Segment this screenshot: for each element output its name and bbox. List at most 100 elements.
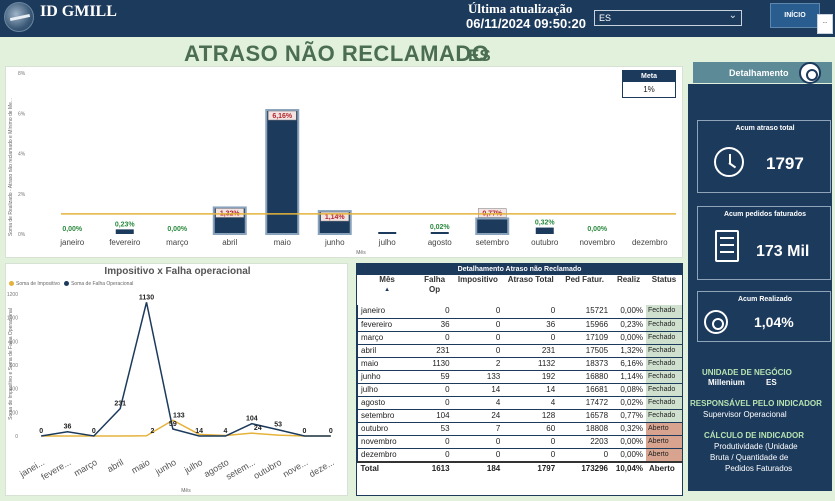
table-cell: 231 <box>416 344 453 358</box>
status-badge: Fechado <box>646 331 682 345</box>
x-tick-label: fevere... <box>39 457 72 482</box>
last-update-value: 06/11/2024 09:50:20 <box>466 16 586 31</box>
data-label: 104 <box>246 416 258 423</box>
kpi-accum-realized: Acum Realizado 1,04% <box>697 291 831 342</box>
table-cell: 6,16% <box>611 357 647 371</box>
table-cell: 0 <box>503 305 559 319</box>
status-badge: Fechado <box>646 383 682 397</box>
col-header-ped-fatur[interactable]: Ped Fatur. <box>558 275 611 305</box>
calc-value-line1: Produtividade (Unidade <box>714 442 798 451</box>
table-cell: 14 <box>452 383 504 397</box>
col-header-impositivo[interactable]: Impositivo <box>453 275 504 305</box>
status-badge: Aberto <box>646 422 682 436</box>
logo-icon <box>4 2 34 32</box>
kpi-label: Acum pedidos faturados <box>723 211 807 218</box>
table-row[interactable]: agosto 0 4 4 17472 0,02% Fechado <box>356 396 682 410</box>
col-header-realiz[interactable]: Realiz <box>611 275 646 305</box>
x-tick-label: julho <box>378 238 396 247</box>
table-row[interactable]: setembro 104 24 128 16578 0,77% Fechado <box>356 409 682 423</box>
data-label: 24 <box>254 425 262 432</box>
sort-asc-icon[interactable]: ▲ <box>359 285 416 295</box>
table-cell: 0 <box>452 448 504 462</box>
cell-month: janeiro <box>356 305 417 319</box>
x-tick-label: outubro <box>531 238 559 247</box>
data-label: 231 <box>114 401 126 408</box>
cell-month: fevereiro <box>356 318 417 332</box>
table-cell: 0 <box>416 435 453 449</box>
data-label: 0 <box>39 428 43 435</box>
business-unit-label: UNIDADE DE NEGÓCIO <box>702 368 792 377</box>
table-row[interactable]: fevereiro 36 0 36 15966 0,23% Fechado <box>356 318 682 332</box>
table-row[interactable]: abril 231 0 231 17505 1,32% Fechado <box>356 344 682 358</box>
data-label: 0 <box>303 428 307 435</box>
table-cell: 4 <box>452 396 504 410</box>
cell-month: abril <box>356 344 417 358</box>
table-cell: 2203 <box>558 435 612 449</box>
col-header-falha[interactable]: Falha Op <box>417 275 453 305</box>
table-row[interactable]: novembro 0 0 0 2203 0,00% Aberto <box>356 435 682 449</box>
table-cell: 0 <box>416 331 453 345</box>
table-cell: 18808 <box>558 422 612 436</box>
kpi-label: Acum atraso total <box>735 125 795 132</box>
monthly-bar-chart-card: 0% 2% 4% 6% 8% Soma de Realizado - Atraso não… <box>5 66 683 258</box>
unit-select[interactable]: ES ⌄ <box>594 10 742 26</box>
data-label: 0 <box>92 428 96 435</box>
x-tick-label: abril <box>222 238 237 247</box>
table-body: janeiro 0 0 0 15721 0,00% Fechado fevereiro 36 0 3… <box>356 305 682 476</box>
table-cell: 0,32% <box>611 422 647 436</box>
bar <box>265 109 300 235</box>
table-cell: 15721 <box>558 305 612 319</box>
table-row[interactable]: maio 1130 2 1132 18373 6,16% Fechado <box>356 357 682 371</box>
table-cell: 0,02% <box>611 396 647 410</box>
table-cell: 59 <box>416 370 453 384</box>
table-row[interactable]: junho 59 133 192 16880 1,14% Fechado <box>356 370 682 384</box>
total-label: Total <box>357 460 417 476</box>
x-tick-label: julho <box>182 457 204 476</box>
x-tick-label: deze... <box>307 457 335 479</box>
table-cell: 0,00% <box>611 331 647 345</box>
table-cell: 128 <box>503 409 559 423</box>
table-row[interactable]: outubro 53 7 60 18808 0,32% Aberto <box>356 422 682 436</box>
table-cell: 0 <box>558 448 612 462</box>
last-update-label: Última atualização <box>468 1 573 16</box>
table-cell: 0,00% <box>611 448 647 462</box>
data-label: 0,00% <box>62 226 83 233</box>
table-row[interactable]: julho 0 14 14 16681 0,08% Fechado <box>356 383 682 397</box>
total-cell: 1613 <box>416 460 453 476</box>
table-cell: 7 <box>452 422 504 436</box>
table-row[interactable]: dezembro 0 0 0 0 0,00% Aberto <box>356 448 682 462</box>
table-cell: 0,00% <box>611 435 647 449</box>
total-cell: 10,04% <box>611 460 647 476</box>
home-button[interactable]: INÍCIO <box>770 3 820 28</box>
table-cell: 0 <box>416 396 453 410</box>
table-cell: 36 <box>503 318 559 332</box>
business-unit-code: ES <box>766 378 777 387</box>
table-cell: 0 <box>503 435 559 449</box>
table-row[interactable]: março 0 0 0 17109 0,00% Fechado <box>356 331 682 345</box>
data-label: 0,02% <box>430 224 451 231</box>
x-axis-label: Mês <box>356 250 366 256</box>
cell-month: maio <box>356 357 417 371</box>
x-tick-label: maio <box>274 238 292 247</box>
table-cell: 0,00% <box>611 305 647 319</box>
table-cell: 0 <box>416 383 453 397</box>
table-cell: 14 <box>503 383 559 397</box>
table-row[interactable]: janeiro 0 0 0 15721 0,00% Fechado <box>356 305 682 319</box>
more-options-button[interactable]: .. <box>817 14 833 34</box>
total-cell: 184 <box>452 460 504 476</box>
cell-month: março <box>356 331 417 345</box>
responsible-label: RESPONSÁVEL PELO INDICADOR <box>690 399 822 408</box>
data-label: 4 <box>224 428 228 435</box>
status-badge: Fechado <box>646 370 682 384</box>
total-cell: 173296 <box>558 460 612 476</box>
col-header-atraso[interactable]: Atraso Total <box>503 275 558 305</box>
data-label: 0,32% <box>535 220 556 227</box>
y-tick-label: 0% <box>18 232 26 238</box>
col-header-mes[interactable]: Mês ▲ <box>358 275 417 305</box>
col-header-status[interactable]: Status <box>646 275 682 305</box>
x-tick-label: abril <box>105 457 125 474</box>
table-cell: 0 <box>416 448 453 462</box>
series-line <box>41 302 331 437</box>
table-cell: 15966 <box>558 318 612 332</box>
data-label: 53 <box>274 422 282 429</box>
